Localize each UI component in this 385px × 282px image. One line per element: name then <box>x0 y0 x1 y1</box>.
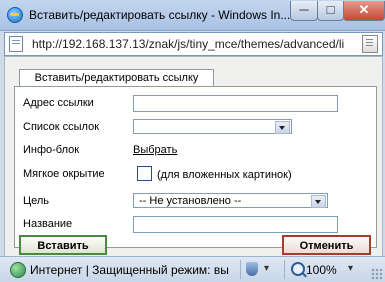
close-button[interactable]: ✕ <box>343 1 385 21</box>
chevron-down-icon[interactable]: ▾ <box>264 263 269 274</box>
window-title: Вставить/редактировать ссылку - Windows … <box>29 8 291 22</box>
url-input[interactable] <box>133 95 338 112</box>
target-label: Цель <box>23 195 50 207</box>
globe-icon <box>10 262 26 278</box>
target-value: -- Не установлено -- <box>139 195 242 207</box>
url-label: Адрес ссылки <box>23 97 94 109</box>
status-divider <box>284 260 285 279</box>
zoom-level[interactable]: 100% <box>306 263 337 277</box>
certificate-icon[interactable] <box>362 35 378 53</box>
status-divider <box>240 260 241 279</box>
zone-status: Интернет | Защищенный режим: вы <box>30 263 229 277</box>
cancel-button[interactable]: Отменить <box>282 235 371 255</box>
dialog-content: Вставить/редактировать ссылку Адрес ссыл… <box>4 56 383 258</box>
tab-insert-edit-link[interactable]: Вставить/редактировать ссылку <box>19 69 214 87</box>
chevron-down-icon <box>311 195 326 208</box>
soft-open-checkbox[interactable] <box>137 166 152 181</box>
minimize-button[interactable]: ─ <box>290 1 318 21</box>
insert-button[interactable]: Вставить <box>19 235 107 255</box>
chevron-down-icon <box>275 121 290 134</box>
title-bar: Вставить/редактировать ссылку - Windows … <box>0 0 385 31</box>
resize-grip[interactable] <box>371 268 383 280</box>
address-bar[interactable]: http://192.168.137.13/znak/js/tiny_mce/t… <box>4 32 383 56</box>
infoblock-label: Инфо-блок <box>23 144 80 156</box>
soft-open-hint: (для вложенных картинок) <box>157 169 292 181</box>
link-list-label: Список ссылок <box>23 121 100 133</box>
zoom-icon[interactable] <box>291 262 305 276</box>
soft-open-label: Мягкое окрытие <box>23 168 105 180</box>
infoblock-select-link[interactable]: Выбрать <box>133 144 177 156</box>
zoom-chevron-icon[interactable]: ▾ <box>348 263 353 274</box>
maximize-button[interactable]: □ <box>317 1 344 21</box>
title-input[interactable] <box>133 216 338 233</box>
link-list-select[interactable] <box>133 119 292 134</box>
ie-icon <box>7 7 23 23</box>
target-select[interactable]: -- Не установлено -- <box>133 193 328 208</box>
title-label: Название <box>23 218 73 230</box>
status-bar: Интернет | Защищенный режим: вы ▾ 100% ▾ <box>0 256 385 282</box>
page-icon <box>9 36 23 52</box>
protected-mode-icon[interactable] <box>246 262 258 276</box>
address-url: http://192.168.137.13/znak/js/tiny_mce/t… <box>32 37 345 51</box>
